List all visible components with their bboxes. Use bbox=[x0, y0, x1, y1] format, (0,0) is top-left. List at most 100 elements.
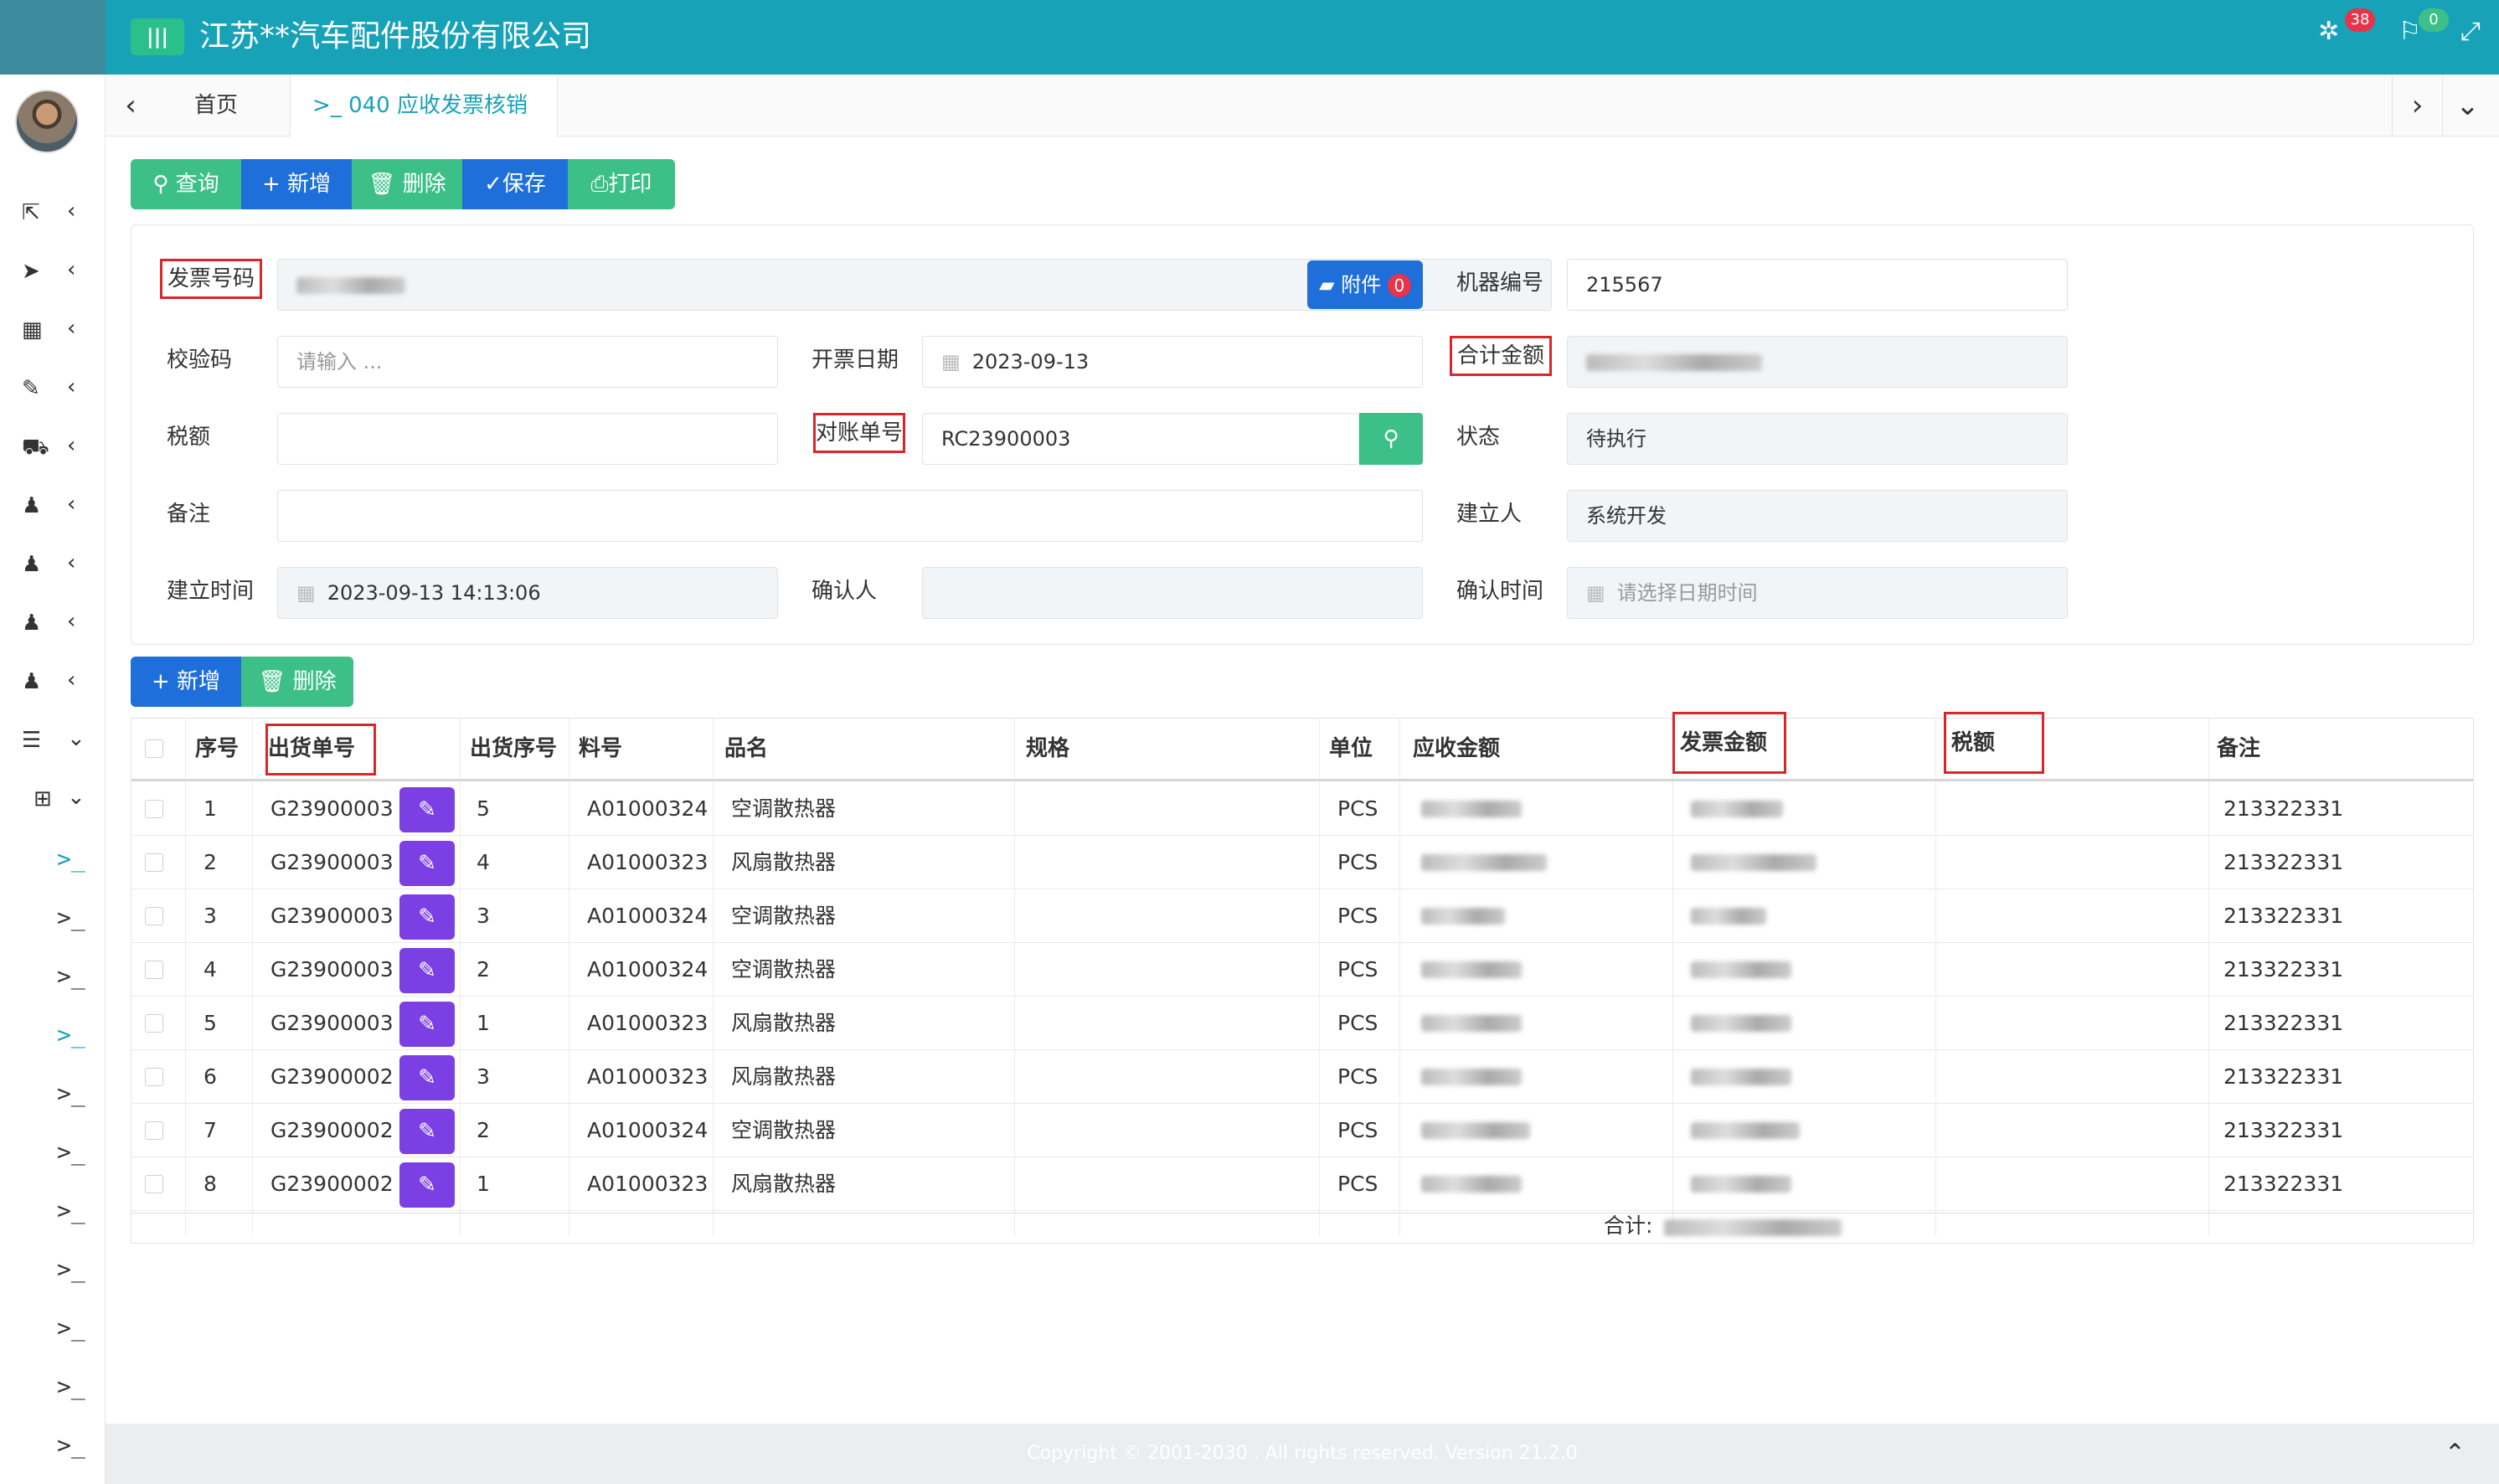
statement-no-label: 对账单号 bbox=[813, 413, 906, 453]
issue-date-field[interactable]: ▦ 2023-09-13 bbox=[922, 336, 1423, 388]
row-checkbox[interactable] bbox=[145, 1068, 163, 1086]
tab-label: 040 应收发票核销 bbox=[348, 93, 528, 118]
plus-icon: + bbox=[261, 172, 281, 197]
copyright-text: Copyright © 2001-2030 . All rights reser… bbox=[1027, 1443, 1578, 1464]
row-checkbox[interactable] bbox=[145, 1175, 163, 1193]
total-amount-field bbox=[1567, 336, 2068, 388]
sidebar-subitem[interactable]: >_ bbox=[0, 951, 106, 1001]
sidebar-item-bell-1[interactable]: ♟ ‹ bbox=[0, 482, 106, 532]
flag-icon[interactable]: ⚐ bbox=[2399, 17, 2421, 46]
scroll-top-icon[interactable]: ⌃ bbox=[2445, 1424, 2466, 1484]
attachment-button[interactable]: ▰ 附件 0 bbox=[1307, 260, 1423, 309]
cell-receivable bbox=[1421, 1069, 1522, 1085]
sidebar-item-addbox[interactable]: ⊞ ⌄ bbox=[0, 775, 106, 825]
remark-field[interactable] bbox=[277, 490, 1423, 542]
cell-invoice-amount bbox=[1691, 854, 1816, 871]
table-row[interactable]: 7 G23900002 ✎ 2 A01000324 空调散热器 PCS 213322331 bbox=[131, 1104, 2473, 1157]
delete-button[interactable]: 🗑 删除 bbox=[352, 159, 462, 209]
add-button[interactable]: + 新增 bbox=[241, 159, 352, 209]
tax-field[interactable] bbox=[277, 413, 778, 465]
sidebar-item-ruler[interactable]: ✎ ‹ bbox=[0, 364, 106, 415]
statement-search-button[interactable]: ⚲ bbox=[1359, 413, 1423, 465]
sidebar-subitem[interactable]: >_ bbox=[0, 1126, 106, 1177]
table-row[interactable]: 4 G23900003 ✎ 2 A01000324 空调散热器 PCS 213322331 bbox=[131, 943, 2473, 997]
invoice-no-label: 发票号码 bbox=[160, 259, 263, 299]
sidebar-item-building[interactable]: ▦ ‹ bbox=[0, 306, 106, 356]
sidebar-item-external[interactable]: ⇱ ‹ bbox=[0, 188, 106, 239]
row-checkbox[interactable] bbox=[145, 907, 163, 925]
sidebar-subitem[interactable]: >_ bbox=[0, 1420, 106, 1470]
edit-icon[interactable]: ✎ bbox=[399, 1002, 455, 1047]
confirm-time-field[interactable]: ▦ 请选择日期时间 bbox=[1567, 567, 2068, 619]
gear-icon[interactable]: ✲ bbox=[2318, 17, 2339, 46]
table-row[interactable]: 6 G23900002 ✎ 3 A01000323 风扇散热器 PCS 213322331 bbox=[131, 1050, 2473, 1104]
sidebar-item-truck[interactable]: ⛟ ‹ bbox=[0, 423, 106, 473]
tab-scroll-left-button[interactable]: ‹ bbox=[106, 75, 156, 137]
cell-seq: 5 bbox=[204, 1011, 217, 1035]
edit-icon[interactable]: ✎ bbox=[399, 1162, 455, 1208]
cell-remark: 213322331 bbox=[2223, 1118, 2344, 1142]
edit-icon[interactable]: ✎ bbox=[399, 894, 455, 940]
issue-date-value: 2023-09-13 bbox=[971, 350, 1090, 374]
table-row[interactable]: 5 G23900003 ✎ 1 A01000323 风扇散热器 PCS 213322331 bbox=[131, 997, 2473, 1050]
table-row[interactable]: 8 G23900002 ✎ 1 A01000323 风扇散热器 PCS 213322331 bbox=[131, 1157, 2473, 1211]
row-checkbox[interactable] bbox=[145, 800, 163, 818]
sidebar-item-server[interactable]: ☰ ⌄ bbox=[0, 716, 106, 766]
check-code-field[interactable]: 请输入 ... bbox=[277, 336, 778, 388]
edit-icon[interactable]: ✎ bbox=[399, 841, 455, 886]
created-time-value: 2023-09-13 14:13:06 bbox=[327, 581, 541, 605]
table-row[interactable]: 2 G23900003 ✎ 4 A01000323 风扇散热器 PCS 213322331 bbox=[131, 836, 2473, 889]
cell-shipment-no: G23900003 bbox=[271, 796, 394, 821]
statement-no-field[interactable]: RC23900003 bbox=[922, 413, 1359, 465]
edit-icon[interactable]: ✎ bbox=[399, 948, 455, 993]
sidebar-item-bell-3[interactable]: ♟ ‹ bbox=[0, 599, 106, 649]
table-row[interactable]: 1 G23900003 ✎ 5 A01000324 空调散热器 PCS 213322331 bbox=[131, 782, 2473, 836]
query-button[interactable]: ⚲ 查询 bbox=[131, 159, 241, 209]
detail-delete-button[interactable]: 🗑 删除 bbox=[241, 657, 353, 707]
tab-dropdown-button[interactable]: ⌄ bbox=[2442, 75, 2492, 137]
edit-icon[interactable]: ✎ bbox=[399, 1055, 455, 1100]
sidebar-subitem[interactable]: >_ bbox=[0, 1302, 106, 1353]
tab-invoice-writeoff[interactable]: >_ 040 应收发票核销 bbox=[290, 75, 558, 137]
detail-add-button[interactable]: + 新增 bbox=[131, 657, 241, 707]
select-all-checkbox[interactable] bbox=[145, 739, 163, 758]
sidebar-item-bell-2[interactable]: ♟ ‹ bbox=[0, 540, 106, 590]
col-tax: 税额 bbox=[1944, 712, 2045, 774]
terminal-icon: >_ bbox=[57, 1431, 85, 1459]
sidebar-subitem[interactable]: >_ bbox=[0, 1068, 106, 1118]
cell-shipment-seq: 1 bbox=[477, 1011, 490, 1035]
sidebar-subitem[interactable]: >_ bbox=[0, 892, 106, 942]
edit-icon[interactable]: ✎ bbox=[399, 1109, 455, 1154]
sidebar-subitem[interactable]: >_ bbox=[0, 1361, 106, 1411]
cell-remark: 213322331 bbox=[2223, 1011, 2344, 1035]
print-button[interactable]: ⎙打印 bbox=[568, 159, 675, 209]
fullscreen-icon[interactable]: ⤢ bbox=[2460, 17, 2481, 46]
sidebar-subitem[interactable]: >_ bbox=[0, 1009, 106, 1059]
table-row[interactable]: 3 G23900003 ✎ 3 A01000324 空调散热器 PCS 213322331 bbox=[131, 889, 2473, 943]
remark-label: 备注 bbox=[167, 502, 211, 527]
cell-seq: 8 bbox=[204, 1172, 217, 1196]
sidebar-header bbox=[0, 0, 106, 75]
confirm-time-label: 确认时间 bbox=[1456, 579, 1544, 604]
row-checkbox[interactable] bbox=[145, 1121, 163, 1140]
tab-home[interactable]: 首页 bbox=[173, 75, 260, 137]
row-checkbox[interactable] bbox=[145, 853, 163, 872]
sidebar-item-send[interactable]: ➤ ‹ bbox=[0, 247, 106, 297]
sidebar-subitem[interactable]: >_ bbox=[0, 1244, 106, 1294]
machine-no-field[interactable]: 215567 bbox=[1567, 259, 2068, 311]
sidebar-subitem[interactable]: >_ bbox=[0, 833, 106, 884]
invoice-form: 发票号码 ▰ 附件 0 机器编号 215567 校验码 请输入 ... 开票日期… bbox=[131, 224, 2474, 645]
terminal-icon: >_ bbox=[57, 1255, 85, 1283]
avatar[interactable] bbox=[15, 90, 79, 153]
sidebar-item-bell-4[interactable]: ♟ ‹ bbox=[0, 657, 106, 708]
tab-scroll-right-button[interactable]: › bbox=[2392, 75, 2442, 137]
sidebar-subitem[interactable]: >_ bbox=[0, 1185, 106, 1235]
save-button[interactable]: ✓保存 bbox=[462, 159, 568, 209]
row-checkbox[interactable] bbox=[145, 961, 163, 979]
external-link-icon: ⇱ bbox=[22, 200, 40, 225]
menu-toggle-button[interactable]: ||| bbox=[131, 18, 184, 55]
row-checkbox[interactable] bbox=[145, 1014, 163, 1033]
terminal-icon: >_ bbox=[57, 1080, 85, 1107]
edit-icon[interactable]: ✎ bbox=[399, 787, 455, 832]
cell-shipment-seq: 5 bbox=[477, 796, 490, 821]
